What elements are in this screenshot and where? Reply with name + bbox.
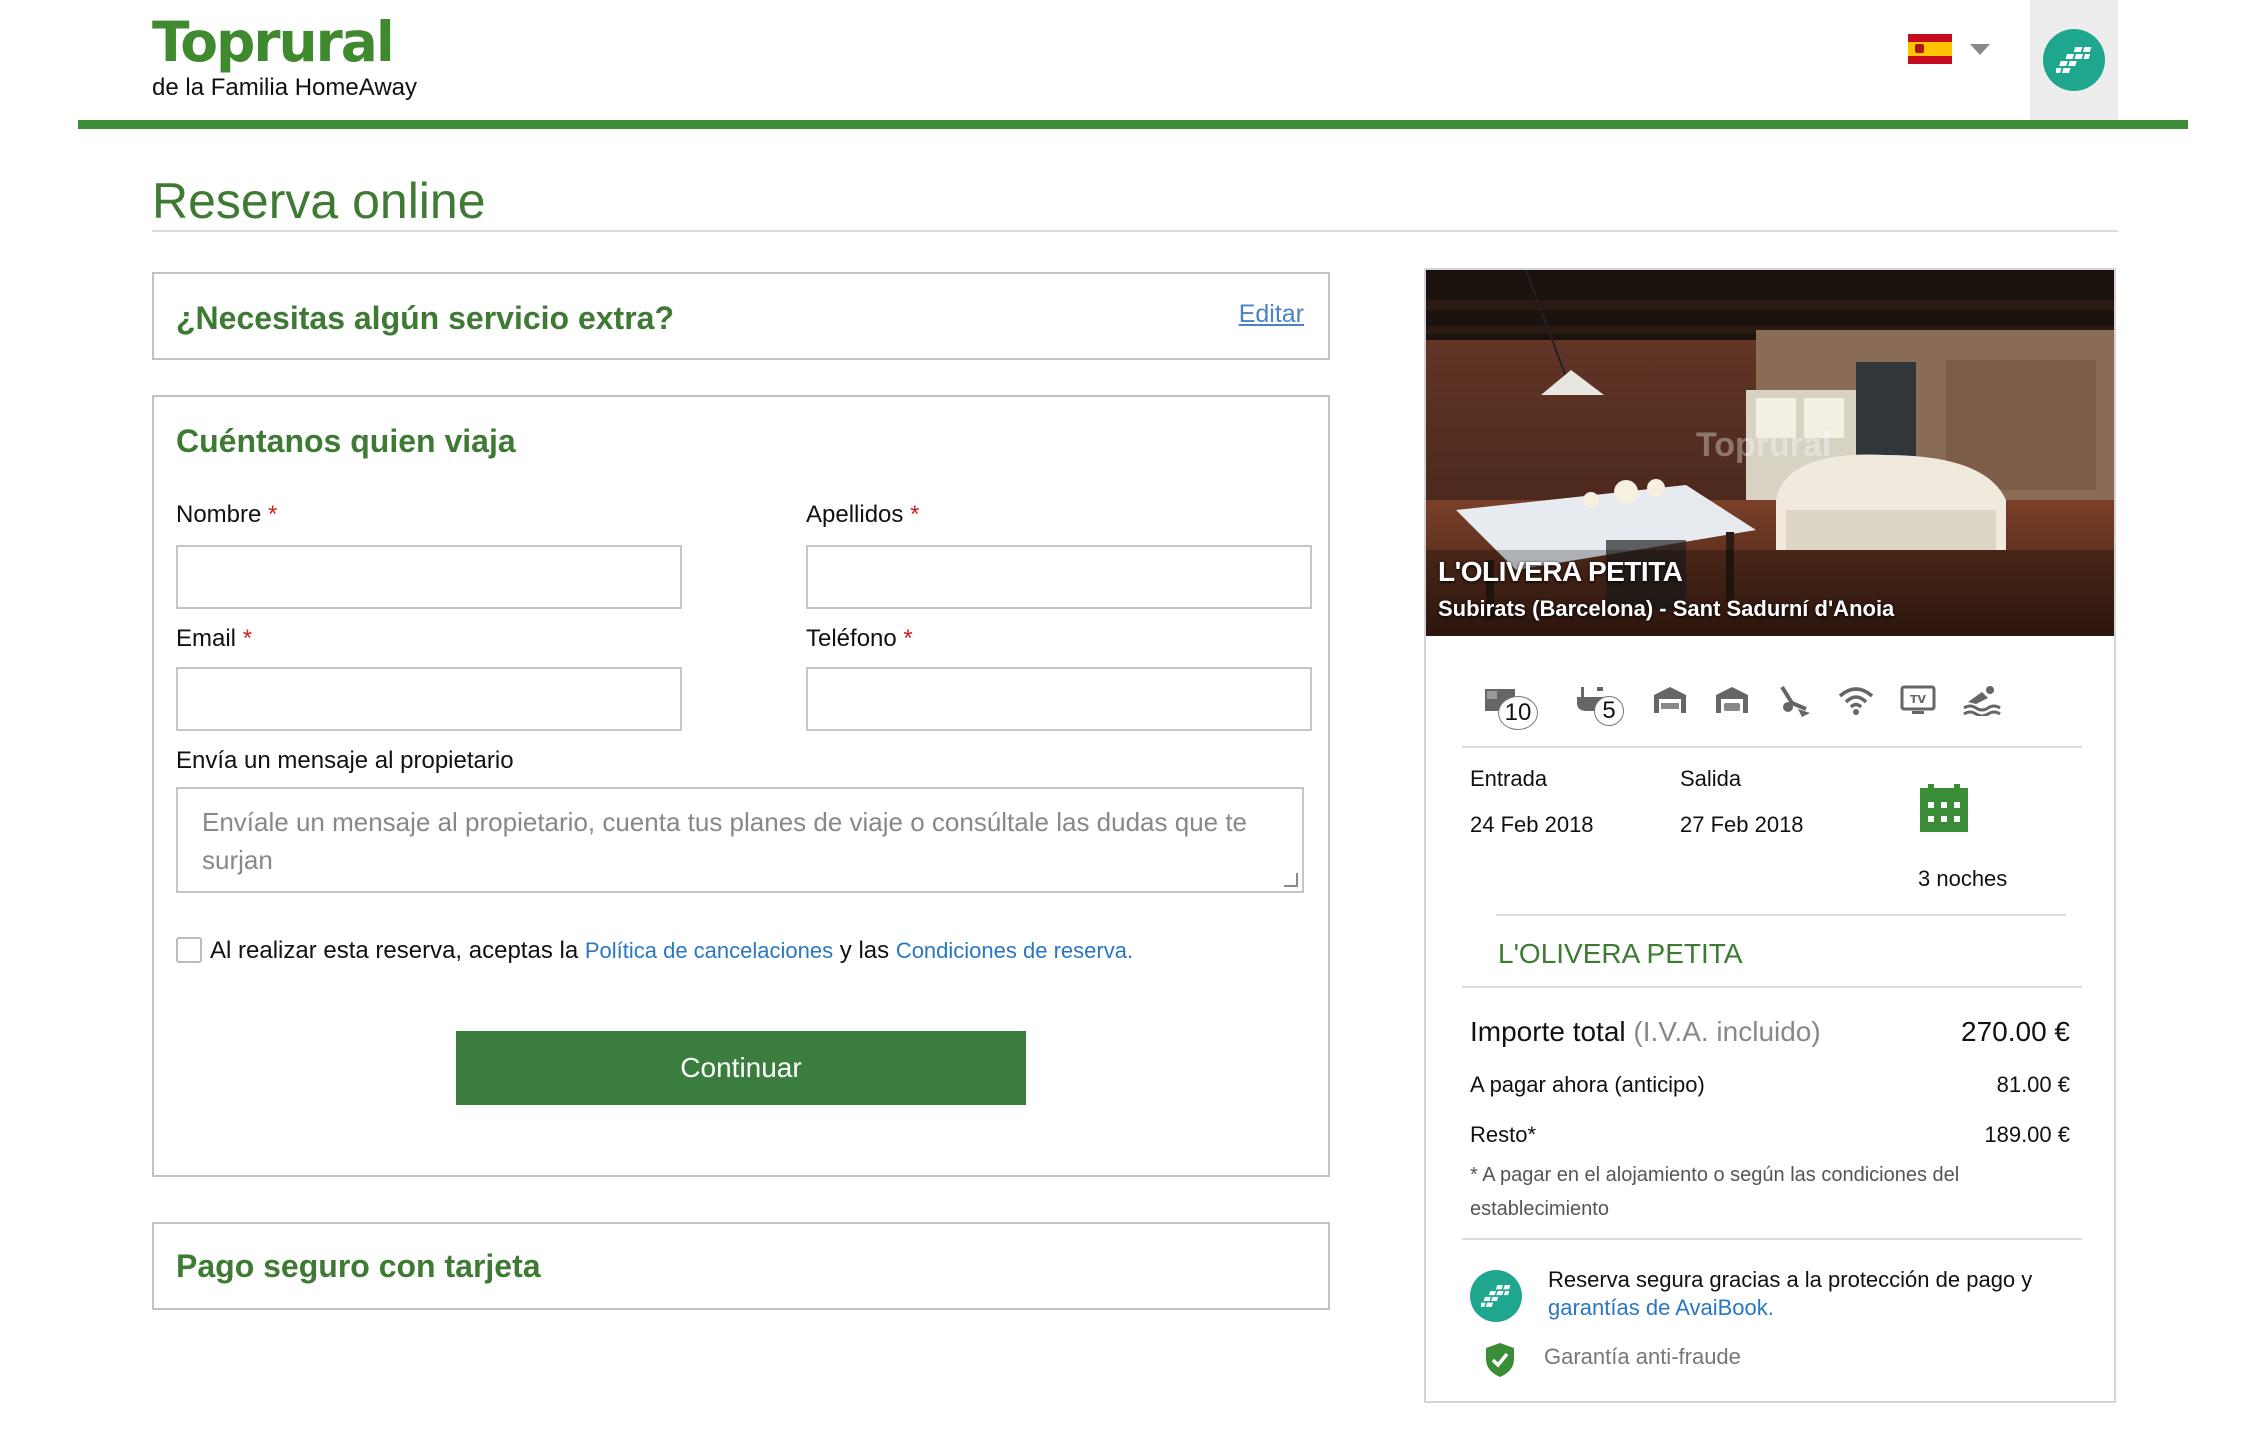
first-name-label-text: Nombre xyxy=(176,501,262,528)
terms-checkbox[interactable] xyxy=(176,937,202,963)
terms-middle: y las xyxy=(839,937,890,964)
first-name-input[interactable] xyxy=(176,545,682,609)
email-label: Email * xyxy=(176,625,252,653)
cancellation-policy-link[interactable]: Política de cancelaciones xyxy=(585,938,833,963)
property-name-overlay: L'OLIVERA PETITA xyxy=(1438,556,1683,587)
edit-extras-link[interactable]: Editar xyxy=(1239,300,1304,329)
required-mark: * xyxy=(268,501,278,528)
header-divider xyxy=(78,120,2188,129)
garage-icon xyxy=(1654,687,1686,713)
shield-check-icon xyxy=(1484,1342,1516,1383)
total-label-text: Importe total xyxy=(1470,1016,1626,1047)
photo-watermark: Toprural xyxy=(1696,426,1832,464)
toprural-logo[interactable]: Toprural xyxy=(152,10,395,74)
first-name-label: Nombre * xyxy=(176,501,277,529)
payment-section[interactable]: Pago seguro con tarjeta xyxy=(152,1222,1330,1310)
svg-text:TV: TV xyxy=(1910,693,1927,706)
property-location-overlay: Subirats (Barcelona) - Sant Sadurní d'An… xyxy=(1438,596,1895,621)
travelers-form: Cuéntanos quien viaja Nombre * Apellidos… xyxy=(152,395,1330,1177)
checkin-label: Entrada xyxy=(1470,766,1548,791)
wifi-icon xyxy=(1838,687,1874,715)
rest-value: 189.00 € xyxy=(1984,1122,2070,1147)
required-mark: * xyxy=(910,501,920,528)
email-label-text: Email xyxy=(176,625,237,652)
spain-flag-icon xyxy=(1908,34,1952,64)
extras-section: ¿Necesitas algún servicio extra? Editar xyxy=(152,272,1330,360)
garden-icon xyxy=(1780,685,1810,717)
secure-booking-text: Reserva segura gracias a la protección d… xyxy=(1548,1266,2088,1322)
secure-booking-label: Reserva segura gracias a la protección d… xyxy=(1548,1267,2033,1292)
checkin-date: 24 Feb 2018 xyxy=(1470,812,1594,837)
pool-icon xyxy=(1963,686,2001,716)
terms-text: Al realizar esta reserva, aceptas la Pol… xyxy=(210,937,1133,965)
phone-label-text: Teléfono xyxy=(806,625,897,652)
required-mark: * xyxy=(903,625,913,652)
chevron-down-icon xyxy=(1970,43,1990,55)
amenity-parking xyxy=(1714,678,1750,722)
payment-title: Pago seguro con tarjeta xyxy=(176,1248,541,1284)
message-placeholder: Envíale un mensaje al propietario, cuent… xyxy=(202,807,1248,875)
language-selector[interactable] xyxy=(1908,34,1990,64)
deposit-value: 81.00 € xyxy=(1996,1072,2070,1097)
checkout-date: 27 Feb 2018 xyxy=(1680,812,1804,837)
logo-tagline: de la Familia HomeAway xyxy=(152,74,417,101)
divider xyxy=(1462,1238,2082,1240)
avaibook-logo-icon xyxy=(2043,29,2105,91)
booking-conditions-link[interactable]: Condiciones de reserva. xyxy=(896,938,1133,963)
extras-title: ¿Necesitas algún servicio extra? xyxy=(176,300,674,336)
avaibook-button[interactable] xyxy=(2030,0,2118,120)
last-name-label: Apellidos * xyxy=(806,501,919,529)
amenity-garage xyxy=(1652,678,1688,722)
summary-property-name: L'OLIVERA PETITA xyxy=(1498,938,1743,969)
travelers-title: Cuéntanos quien viaja xyxy=(176,423,516,459)
email-input[interactable] xyxy=(176,667,682,731)
total-value: 270.00 € xyxy=(1961,1016,2070,1047)
amenities-row: 10 5 TV xyxy=(1468,672,2088,730)
calendar-icon[interactable] xyxy=(1920,784,1968,837)
continue-button[interactable]: Continuar xyxy=(456,1031,1026,1105)
title-divider xyxy=(152,230,2118,232)
avaibook-guarantees-link[interactable]: garantías de AvaiBook. xyxy=(1548,1295,1774,1320)
message-textarea[interactable]: Envíale un mensaje al propietario, cuent… xyxy=(176,787,1304,893)
deposit-label: A pagar ahora (anticipo) xyxy=(1470,1072,1705,1097)
amenity-beds: 10 xyxy=(1468,678,1538,730)
phone-label: Teléfono * xyxy=(806,625,913,653)
last-name-input[interactable] xyxy=(806,545,1312,609)
antifraud-label: Garantía anti-fraude xyxy=(1544,1344,1741,1369)
amenity-wifi xyxy=(1838,678,1874,722)
amenity-pool xyxy=(1962,678,2002,722)
divider xyxy=(1462,986,2082,988)
property-photo: L'OLIVERA PETITA Subirats (Barcelona) - … xyxy=(1426,270,2114,636)
divider xyxy=(1462,746,2082,748)
message-label: Envía un mensaje al propietario xyxy=(176,747,514,774)
site-header: Toprural de la Familia HomeAway xyxy=(0,0,2252,130)
total-label: Importe total (I.V.A. incluido) xyxy=(1470,1016,1821,1048)
checkout-label: Salida xyxy=(1680,766,1742,791)
total-vat-note: (I.V.A. incluido) xyxy=(1633,1016,1821,1047)
nights-count: 3 noches xyxy=(1918,866,2008,891)
last-name-label-text: Apellidos xyxy=(806,501,904,528)
tv-icon: TV xyxy=(1900,685,1936,714)
divider xyxy=(1496,914,2066,916)
baths-count: 5 xyxy=(1594,696,1624,726)
required-mark: * xyxy=(242,625,253,652)
page-title: Reserva online xyxy=(152,173,486,229)
avaibook-secure-icon xyxy=(1470,1270,1522,1322)
booking-summary: L'OLIVERA PETITA Subirats (Barcelona) - … xyxy=(1424,268,2116,1403)
phone-input[interactable] xyxy=(806,667,1312,731)
beds-count: 10 xyxy=(1498,696,1538,730)
rest-label: Resto* xyxy=(1470,1122,1537,1147)
amenity-tv: TV xyxy=(1900,678,1936,722)
resize-handle-icon[interactable] xyxy=(1284,873,1298,887)
terms-prefix: Al realizar esta reserva, aceptas la xyxy=(210,937,579,964)
parking-icon xyxy=(1716,687,1748,713)
rest-note: * A pagar en el alojamiento o según las … xyxy=(1470,1164,1960,1220)
amenity-baths: 5 xyxy=(1564,678,1626,726)
amenity-garden xyxy=(1776,678,1812,722)
